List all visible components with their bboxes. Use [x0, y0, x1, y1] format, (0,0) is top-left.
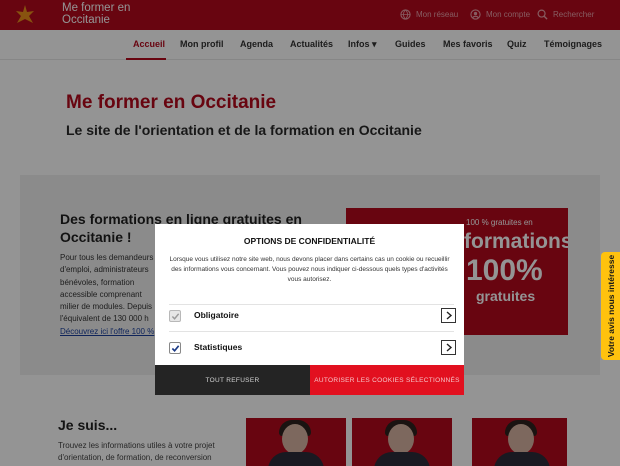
divider [169, 304, 454, 305]
feedback-tab-label: Votre avis nous intéresse [605, 254, 616, 358]
expand-obligatoire-button[interactable] [441, 308, 456, 323]
modal-description: Lorsque vous utilisez notre site web, no… [169, 256, 450, 283]
checkmark-icon [171, 345, 180, 352]
cookie-consent-modal: OPTIONS DE CONFIDENTIALITÉ Lorsque vous … [155, 224, 464, 395]
feedback-tab[interactable]: Votre avis nous intéresse [601, 252, 620, 360]
accept-selected-cookies-button[interactable]: AUTORISER LES COOKIES SÉLECTIONNÉS [310, 365, 464, 395]
chevron-right-icon [446, 311, 453, 320]
option-label: Obligatoire [194, 310, 239, 320]
cookie-option-statistiques: Statistiques [169, 339, 456, 357]
modal-title: OPTIONS DE CONFIDENTIALITÉ [243, 236, 376, 246]
statistiques-checkbox[interactable] [169, 342, 181, 354]
checkmark-icon [171, 313, 180, 320]
divider [169, 331, 454, 332]
option-label: Statistiques [194, 342, 243, 352]
cookie-option-obligatoire: Obligatoire [169, 307, 456, 325]
expand-statistiques-button[interactable] [441, 340, 456, 355]
chevron-right-icon [446, 343, 453, 352]
obligatoire-checkbox [169, 310, 181, 322]
refuse-all-button[interactable]: TOUT REFUSER [155, 365, 310, 395]
